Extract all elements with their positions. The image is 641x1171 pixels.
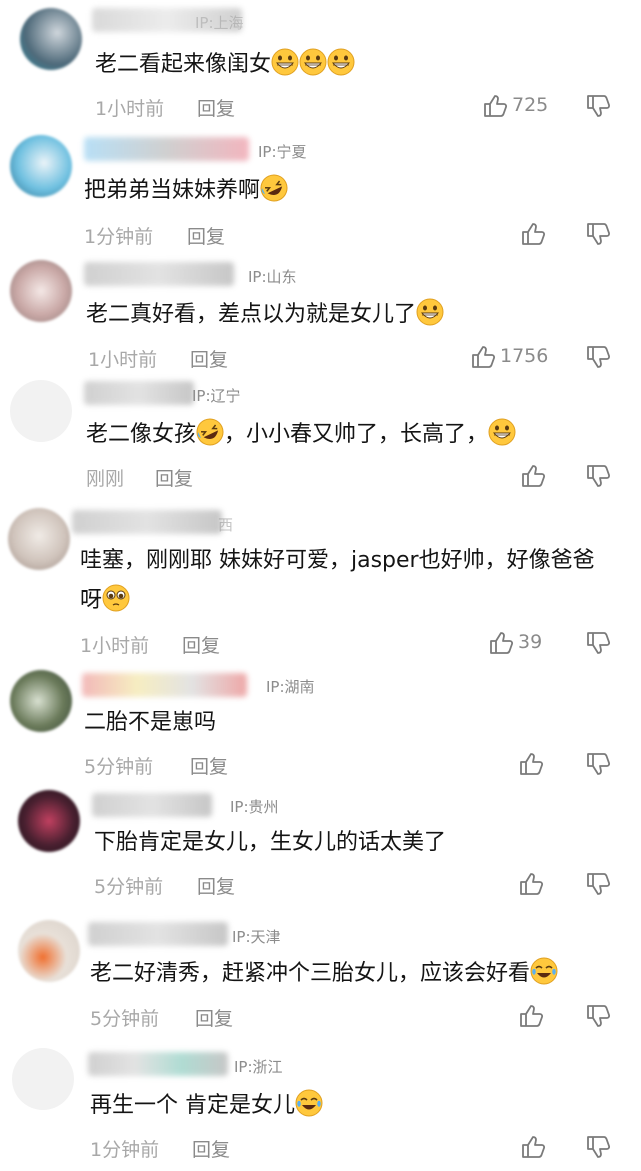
thumbs-down-icon[interactable] [585,1134,611,1160]
avatar[interactable] [18,920,80,982]
comment-item: IP:湖南 二胎不是崽吗 5分钟前 回复 [0,665,641,785]
comment-text: 再生一个 肯定是女儿 [90,1086,323,1126]
thumbs-down-icon[interactable] [585,751,611,777]
grinning-emoji-icon [488,418,516,446]
grinning-emoji-icon [416,298,444,326]
comment-time: 1小时前 [95,98,165,120]
username-blurred[interactable] [84,137,249,161]
ip-location: IP:山东 [248,268,297,286]
thumbs-down-icon[interactable] [585,463,611,489]
comment-item: IP:宁夏 把弟弟当妹妹养啊 1分钟前 回复 [0,125,641,250]
comment-time: 5分钟前 [84,756,154,778]
ip-location: IP:天津 [232,928,281,946]
ip-location-blurred: 西 [218,516,234,534]
ip-location: IP:贵州 [230,798,279,816]
comment-time: 5分钟前 [94,876,164,898]
avatar[interactable] [20,8,82,70]
reply-button[interactable]: 回复 [190,345,228,372]
thumbs-up-icon[interactable] [518,1003,544,1029]
comment-text: 老二看起来像闺女 [95,45,355,85]
tears-of-joy-emoji-icon [295,1089,323,1117]
username-blurred[interactable] [88,1052,228,1076]
comment-text: 下胎肯定是女儿，生女儿的话太美了 [94,830,447,855]
comment-item: IP:山东 老二真好看，差点以为就是女儿了 1小时前 回复 1756 [0,250,641,375]
rofl-emoji-icon [196,418,224,446]
comment-text: 老二真好看，差点以为就是女儿了 [86,295,444,335]
username-blurred[interactable] [72,510,222,534]
grinning-emoji-icon [299,48,327,76]
comment-item: IP:上海 老二看起来像闺女 1小时前 回复 725 [0,0,641,125]
username-blurred[interactable] [88,922,228,946]
comment-time: 1分钟前 [90,1139,160,1161]
ip-location: IP:浙江 [234,1058,283,1076]
thumbs-down-icon[interactable] [585,344,611,370]
like-count: 1756 [500,345,549,367]
pleading-face-emoji-icon [102,584,130,612]
grinning-emoji-icon [271,48,299,76]
grinning-emoji-icon [327,48,355,76]
thumbs-down-icon[interactable] [585,630,611,656]
thumbs-down-icon[interactable] [585,93,611,119]
thumbs-down-icon[interactable] [585,871,611,897]
ip-location: IP:宁夏 [258,143,307,161]
reply-button[interactable]: 回复 [197,94,235,121]
reply-button[interactable]: 回复 [155,464,193,491]
comment-item: IP:天津 老二好清秀，赶紧冲个三胎女儿，应该会好看 5分钟前 回复 [0,910,641,1040]
reply-button[interactable]: 回复 [195,1004,233,1031]
comment-text: 把弟弟当妹妹养啊 [84,171,288,211]
username-blurred[interactable] [92,793,212,817]
comment-text: 哇塞，刚刚耶 妹妹好可爱，jasper也好帅，好像爸爸呀 [80,548,595,613]
reply-button[interactable]: 回复 [182,631,220,658]
ip-location: IP:辽宁 [192,387,241,405]
comment-time: 1分钟前 [84,226,154,248]
avatar[interactable] [8,508,70,570]
thumbs-up-icon[interactable] [520,1134,546,1160]
comment-text: 老二像女孩 ，小小春又帅了，长高了， [86,415,516,455]
comment-time: 1小时前 [88,349,158,371]
avatar[interactable] [10,380,72,442]
comment-time: 5分钟前 [90,1008,160,1030]
avatar[interactable] [10,135,72,197]
reply-button[interactable]: 回复 [187,222,225,249]
thumbs-down-icon[interactable] [585,221,611,247]
like-count: 725 [512,94,549,116]
avatar[interactable] [12,1048,74,1110]
thumbs-up-icon[interactable] [520,463,546,489]
like-count: 39 [518,631,543,653]
avatar[interactable] [18,790,80,852]
rofl-emoji-icon [260,174,288,202]
comment-item: IP:贵州 下胎肯定是女儿，生女儿的话太美了 5分钟前 回复 [0,785,641,910]
thumbs-up-icon[interactable] [470,344,496,370]
thumbs-up-icon[interactable] [482,93,508,119]
thumbs-up-icon[interactable] [488,630,514,656]
reply-button[interactable]: 回复 [190,752,228,779]
comment-item: IP:浙江 再生一个 肯定是女儿 1分钟前 回复 [0,1040,641,1171]
comment-time: 刚刚 [86,468,125,490]
username-blurred[interactable] [84,381,194,405]
thumbs-up-icon[interactable] [518,871,544,897]
comment-text: 二胎不是崽吗 [84,710,217,735]
reply-button[interactable]: 回复 [197,872,235,899]
comment-time: 1小时前 [80,635,150,657]
ip-location: IP:上海 [195,14,244,32]
tears-of-joy-emoji-icon [530,957,558,985]
thumbs-up-icon[interactable] [520,221,546,247]
reply-button[interactable]: 回复 [192,1135,230,1162]
avatar[interactable] [10,670,72,732]
ip-location: IP:湖南 [266,678,315,696]
thumbs-up-icon[interactable] [518,751,544,777]
avatar[interactable] [10,260,72,322]
comment-text: 老二好清秀，赶紧冲个三胎女儿，应该会好看 [90,954,558,994]
comment-item: IP:辽宁 老二像女孩 ，小小春又帅了，长高了， 刚刚 回复 [0,375,641,500]
thumbs-down-icon[interactable] [585,1003,611,1029]
comment-item: 西 哇塞，刚刚耶 妹妹好可爱，jasper也好帅，好像爸爸呀 1小时前 回复 3… [0,500,641,665]
username-blurred[interactable] [84,262,234,286]
username-blurred[interactable] [82,673,247,697]
